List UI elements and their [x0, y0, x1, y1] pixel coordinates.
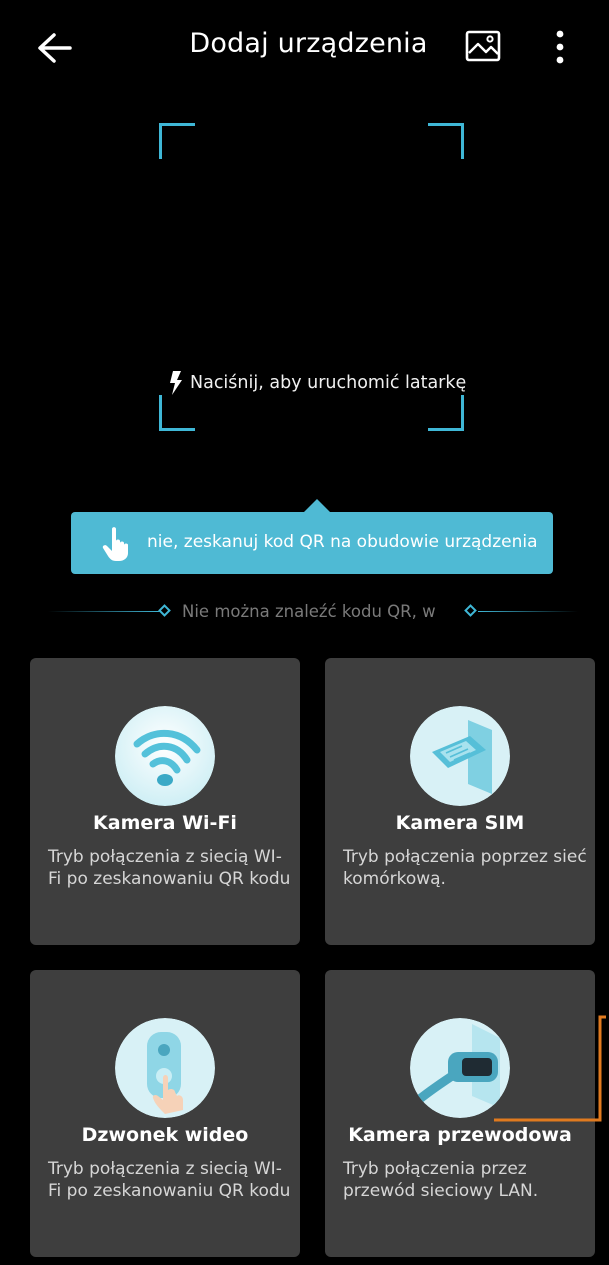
- card-description: Tryb połączenia z siecią WI-Fi po zeskan…: [48, 1159, 291, 1201]
- card-video-doorbell[interactable]: Dzwonek wideo Tryb połączenia z siecią W…: [30, 970, 300, 1257]
- hand-tap-icon: [102, 527, 128, 561]
- scan-frame-corner-bottom-right: [428, 395, 464, 431]
- card-description: Tryb połączenia poprzez sieć komórkową.: [343, 847, 587, 889]
- tooltip-text: nie, zeskanuj kod QR na obudowie urządze…: [147, 532, 538, 552]
- diamond-icon: [158, 604, 171, 617]
- card-description: Tryb połączenia przez przewód sieciowy L…: [343, 1159, 539, 1201]
- flash-icon: [170, 371, 182, 395]
- card-description: Tryb połączenia z siecią WI-Fi po zeskan…: [48, 847, 291, 889]
- flashlight-label: Naciśnij, aby uruchomić latarkę: [190, 373, 467, 393]
- card-title: Dzwonek wideo: [81, 1124, 249, 1146]
- tooltip-arrow: [303, 499, 331, 513]
- scan-frame-corner-bottom-left: [159, 395, 195, 431]
- divider-line-right: [478, 611, 578, 612]
- more-options-button[interactable]: [548, 28, 572, 66]
- gallery-button[interactable]: [464, 28, 502, 64]
- scan-frame-corner-top-right: [428, 123, 464, 159]
- doorbell-icon: [115, 1018, 215, 1118]
- scan-frame-corner-top-left: [159, 123, 195, 159]
- hint-text: Nie można znaleźć kodu QR, w: [182, 602, 436, 621]
- qr-not-found-hint[interactable]: Nie można znaleźć kodu QR, w: [48, 600, 578, 624]
- ethernet-cable-icon: [410, 1018, 510, 1118]
- more-vertical-icon: [556, 30, 564, 64]
- page-title: Dodaj urządzenia: [189, 28, 428, 59]
- scan-instruction-tooltip: nie, zeskanuj kod QR na obudowie urządze…: [71, 512, 553, 574]
- card-sim-camera[interactable]: Kamera SIM Tryb połączenia poprzez sieć …: [325, 658, 595, 945]
- card-wifi-camera[interactable]: Kamera Wi-Fi Tryb połączenia z siecią WI…: [30, 658, 300, 945]
- card-title: Kamera Wi-Fi: [93, 812, 237, 834]
- image-icon: [465, 30, 501, 62]
- divider-line-left: [48, 611, 160, 612]
- diamond-icon: [464, 604, 477, 617]
- card-wired-camera[interactable]: Kamera przewodowa Tryb połączenia przez …: [325, 970, 595, 1257]
- add-device-screen: Dodaj urządzenia Naciśnij, aby uruchomić…: [8, 10, 609, 1265]
- card-title: Kamera SIM: [395, 812, 525, 834]
- app-header: Dodaj urządzenia: [8, 10, 609, 90]
- flashlight-toggle[interactable]: Naciśnij, aby uruchomić latarkę: [168, 368, 466, 398]
- sim-card-icon: [410, 706, 510, 806]
- wifi-icon: [115, 706, 215, 806]
- card-title: Kamera przewodowa: [348, 1124, 572, 1146]
